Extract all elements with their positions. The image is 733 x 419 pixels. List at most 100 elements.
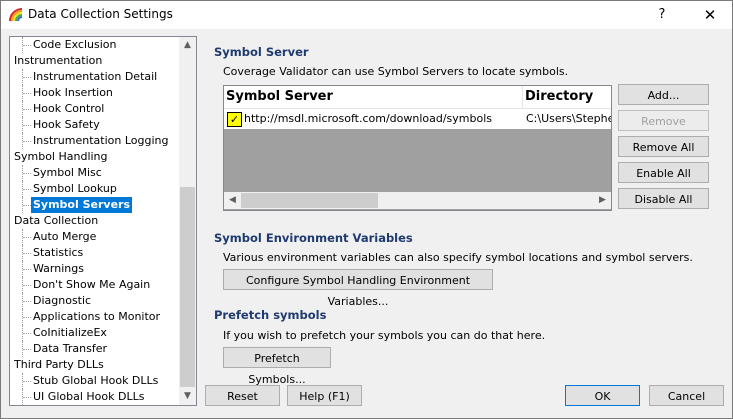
tree-item-label: Third Party DLLs xyxy=(14,358,104,371)
enable-all-button[interactable]: Enable All xyxy=(618,162,709,183)
column-header-symbol-server[interactable]: Symbol Server xyxy=(224,86,523,108)
tree-item[interactable]: Stub Global Hook DLLs xyxy=(10,373,178,389)
tree-item[interactable]: Hook Safety xyxy=(10,117,178,133)
tree-connector xyxy=(23,333,31,335)
tree-item[interactable]: Data Transfer xyxy=(10,341,178,357)
tree-item[interactable]: Code Exclusion xyxy=(10,37,178,53)
tree-connector xyxy=(23,317,31,319)
tree-item-label: Auto Merge xyxy=(33,230,97,243)
tree-item-label: Symbol Lookup xyxy=(33,182,117,195)
tree-connector xyxy=(23,253,31,255)
disable-all-button[interactable]: Disable All xyxy=(618,188,709,209)
prefetch-symbols-button[interactable]: Prefetch Symbols... xyxy=(223,347,331,386)
cancel-button[interactable]: Cancel xyxy=(649,385,724,406)
tree-item-label: Warnings xyxy=(33,262,84,275)
remove-all-button[interactable]: Remove All xyxy=(618,136,709,157)
tree-item-label: Don't Show Me Again xyxy=(33,278,151,291)
prefetch-heading: Prefetch symbols xyxy=(214,308,327,322)
tree-list: Code Exclusion Instrumentation Instrumenta… xyxy=(10,37,178,405)
tree-item[interactable]: Diagnostic xyxy=(10,293,178,309)
tree-item-label: Diagnostic xyxy=(33,294,92,307)
tree-item-label: Symbol Servers xyxy=(31,197,132,213)
tree-item-label: Statistics xyxy=(33,246,84,259)
tree-item-label: Applications to Monitor xyxy=(33,310,161,323)
tree-item[interactable]: Warnings xyxy=(10,261,178,277)
tree-item-label: Symbol Misc xyxy=(33,166,102,179)
app-icon xyxy=(9,8,23,22)
env-vars-heading: Symbol Environment Variables xyxy=(214,231,413,245)
tree-connector xyxy=(23,125,31,127)
tree-item-label: Instrumentation xyxy=(14,54,103,67)
tree-item[interactable]: Hook Control xyxy=(10,101,178,117)
scroll-up-icon[interactable]: ▲ xyxy=(179,37,196,54)
dialog-window: Data Collection Settings ? ✕ Code Exclus… xyxy=(0,0,733,419)
tree-connector xyxy=(23,173,31,175)
prefetch-description: If you wish to prefetch your symbols you… xyxy=(223,329,546,342)
hscroll-thumb[interactable] xyxy=(241,193,378,208)
tree-item[interactable]: Symbol Handling xyxy=(10,149,178,165)
tree-item-label: Code Exclusion xyxy=(33,38,117,51)
scroll-down-icon[interactable]: ▼ xyxy=(179,388,196,405)
tree-item-label: CoInitializeEx xyxy=(33,326,107,339)
tree-item-label: Hook Safety xyxy=(33,118,100,131)
list-horizontal-scrollbar[interactable]: ◀ ▶ xyxy=(224,192,611,209)
tree-item-label: Instrumentation Detail xyxy=(33,70,158,83)
server-url-cell: http://msdl.microsoft.com/download/symbo… xyxy=(244,112,493,125)
help-icon[interactable]: ? xyxy=(639,1,685,29)
symbol-server-description: Coverage Validator can use Symbol Server… xyxy=(223,65,569,78)
tree-connector xyxy=(23,77,31,79)
tree-item-label: Hook Control xyxy=(33,102,105,115)
server-enabled-checkbox[interactable]: ✓ xyxy=(227,112,242,127)
tree-item[interactable]: Applications to Monitor xyxy=(10,309,178,325)
tree-connector xyxy=(23,269,31,271)
list-header: Symbol Server Directory xyxy=(224,86,611,109)
tree-item[interactable]: Statistics xyxy=(10,245,178,261)
tree-item[interactable]: Third Party DLLs xyxy=(10,357,178,373)
tree-scrollbar[interactable]: ▲ ▼ xyxy=(179,37,196,405)
scroll-left-icon[interactable]: ◀ xyxy=(224,192,241,209)
tree-item[interactable]: Hook Insertion xyxy=(10,85,178,101)
tree-item-label: Data Transfer xyxy=(33,342,107,355)
column-header-directory[interactable]: Directory xyxy=(523,86,611,108)
tree-item[interactable]: UI Global Hook DLLs xyxy=(10,389,178,405)
ok-button[interactable]: OK xyxy=(565,385,640,406)
close-icon[interactable]: ✕ xyxy=(687,1,732,29)
tree-item-label: Instrumentation Logging xyxy=(33,134,169,147)
tree-connector xyxy=(23,93,31,95)
tree-connector xyxy=(23,381,31,383)
tree-item[interactable]: Symbol Misc xyxy=(10,165,178,181)
window-title: Data Collection Settings xyxy=(28,7,173,21)
configure-env-vars-button[interactable]: Configure Symbol Handling Environment Va… xyxy=(223,269,493,308)
scroll-thumb[interactable] xyxy=(180,187,195,387)
settings-tree[interactable]: Code Exclusion Instrumentation Instrumenta… xyxy=(9,36,197,406)
tree-item[interactable]: Data Collection xyxy=(10,213,178,229)
tree-connector xyxy=(23,237,31,239)
tree-item-label: Hook Insertion xyxy=(33,86,113,99)
tree-connector xyxy=(23,349,31,351)
help-button[interactable]: Help (F1) xyxy=(287,385,362,406)
scroll-right-icon[interactable]: ▶ xyxy=(594,192,611,209)
tree-item[interactable]: Instrumentation Detail xyxy=(10,69,178,85)
tree-connector xyxy=(23,189,31,191)
tree-connector xyxy=(23,45,31,47)
tree-item[interactable]: Instrumentation Logging xyxy=(10,133,178,149)
add-button[interactable]: Add... xyxy=(618,84,709,105)
env-vars-description: Various environment variables can also s… xyxy=(223,251,693,264)
tree-item-label: Symbol Handling xyxy=(14,150,108,163)
title-bar: Data Collection Settings ? ✕ xyxy=(1,1,732,29)
tree-item[interactable]: Symbol Servers xyxy=(10,197,178,213)
symbol-server-list[interactable]: Symbol Server Directory ✓ http://msdl.mi… xyxy=(223,85,612,211)
tree-item-label: Data Collection xyxy=(14,214,99,227)
reset-button[interactable]: Reset xyxy=(205,385,280,406)
symbol-server-heading: Symbol Server xyxy=(214,45,309,59)
table-row[interactable]: ✓ http://msdl.microsoft.com/download/sym… xyxy=(224,109,611,129)
tree-item[interactable]: Symbol Lookup xyxy=(10,181,178,197)
tree-connector xyxy=(23,141,31,143)
tree-item[interactable]: Don't Show Me Again xyxy=(10,277,178,293)
remove-button[interactable]: Remove xyxy=(618,110,709,131)
tree-item[interactable]: CoInitializeEx xyxy=(10,325,178,341)
server-directory-cell: C:\Users\Stephe xyxy=(526,112,611,125)
tree-connector xyxy=(23,397,31,399)
tree-item[interactable]: Instrumentation xyxy=(10,53,178,69)
tree-item[interactable]: Auto Merge xyxy=(10,229,178,245)
